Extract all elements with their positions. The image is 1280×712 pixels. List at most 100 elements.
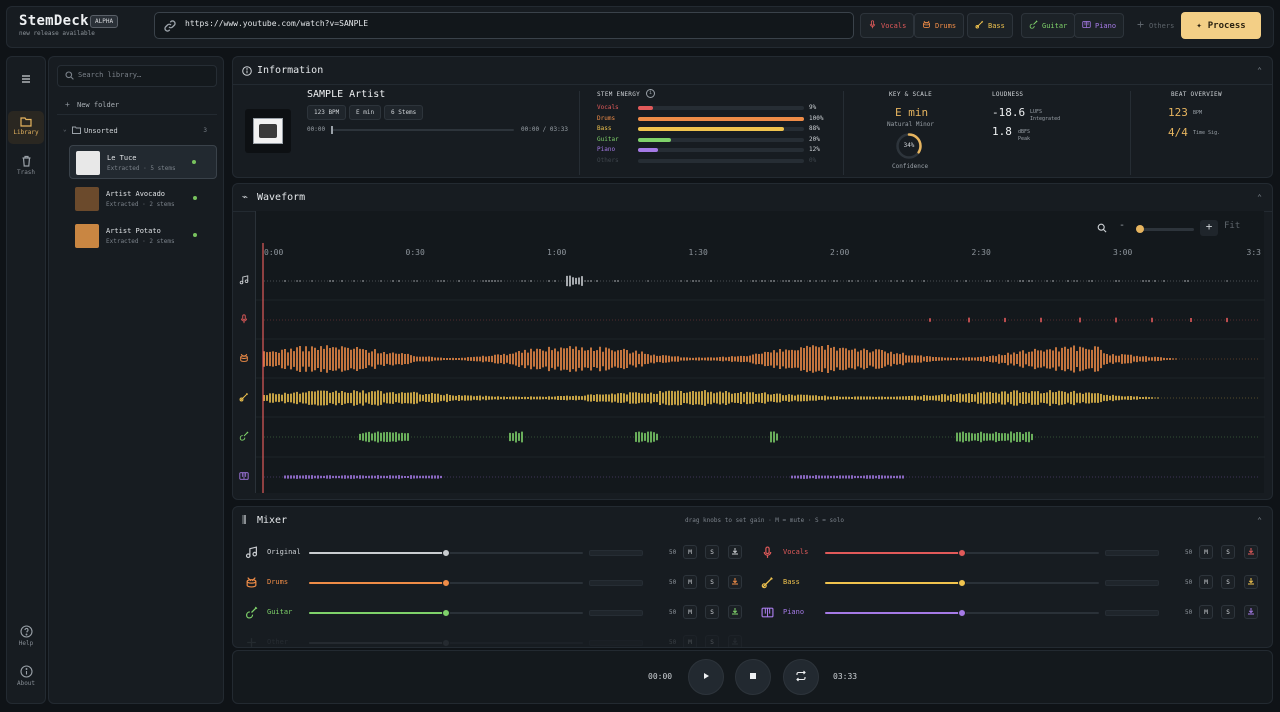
search-box[interactable] [57,65,217,87]
gain-slider[interactable] [309,549,583,557]
energy-label: Vocals [597,104,619,111]
play-button[interactable] [688,659,724,695]
loop-button[interactable] [783,659,819,695]
stem-button-vocals[interactable]: Vocals [860,13,915,38]
information-title: Information [257,65,324,76]
url-input[interactable] [185,19,825,28]
zoom-slider-knob[interactable] [1136,225,1144,233]
stem-button-bass[interactable]: Bass [967,13,1013,38]
process-button[interactable]: ✦ Process [1181,12,1261,39]
folder-unsorted[interactable]: ⌄ Unsorted 3 [57,123,217,139]
mute-button[interactable]: M [683,605,697,619]
rail-item-help[interactable]: Help [7,625,45,647]
stem-button-others[interactable]: Others [1128,13,1182,38]
solo-button[interactable]: S [1221,575,1235,589]
gain-slider-knob[interactable] [958,579,966,587]
collapse-icon[interactable]: ⌃ [1257,516,1262,525]
stem-button-label: Drums [935,21,957,30]
gain-slider[interactable] [825,609,1099,617]
folder-icon [72,126,81,136]
download-button[interactable] [1244,575,1258,589]
solo-button[interactable]: S [705,635,719,647]
gain-slider-fill [825,552,962,554]
stem-button-guitar[interactable]: Guitar [1021,13,1076,38]
energy-value: 9% [809,104,817,111]
mute-button[interactable]: M [683,575,697,589]
gain-slider-fill [825,582,962,584]
gain-slider-knob[interactable] [442,579,450,587]
zoom-in-button[interactable]: + [1200,220,1218,236]
stem-button-piano[interactable]: Piano [1074,13,1125,38]
gain-slider-knob[interactable] [442,609,450,617]
rail-item-library[interactable]: Library [8,111,44,144]
zoom-slider[interactable] [1136,225,1194,233]
peak-value: 1.8 [992,125,1012,138]
info-progress[interactable] [331,126,514,134]
gain-slider-fill [309,582,446,584]
release-notice[interactable]: new release available [19,30,95,37]
fit-button[interactable]: Fit [1224,221,1240,231]
gain-slider-knob[interactable] [958,549,966,557]
info-icon [242,66,252,78]
gain-slider[interactable] [825,579,1099,587]
gain-slider[interactable] [825,549,1099,557]
rail-item-about[interactable]: About [7,665,45,687]
solo-button[interactable]: S [1221,605,1235,619]
download-button[interactable] [728,635,742,647]
track-thumbnail [76,151,100,175]
solo-button[interactable]: S [705,545,719,559]
energy-label: Drums [597,114,616,122]
download-button[interactable] [1244,605,1258,619]
energy-label: Guitar [597,135,619,143]
search-input[interactable] [78,71,208,79]
download-button[interactable] [728,575,742,589]
library-track[interactable]: Artist Potato Extracted · 2 stems [69,219,217,253]
mute-button[interactable]: M [683,545,697,559]
collapse-icon[interactable]: ⌃ [1257,66,1262,75]
mute-button[interactable]: M [683,635,697,647]
stem-button-drums[interactable]: Drums [914,13,965,38]
gain-slider-knob[interactable] [442,549,450,557]
gain-slider[interactable] [309,609,583,617]
track-name: Artist Potato [106,227,161,235]
download-button[interactable] [728,545,742,559]
waveform-svg[interactable]: 0:00 0:30 1:00 1:30 2:00 2:30 3:00 3:3 [256,211,1265,493]
menu-icon[interactable] [7,73,45,87]
plus-icon [245,636,258,647]
gain-slider-fill [825,612,962,614]
time-tick: 2:30 [972,248,991,257]
energy-bar [638,137,804,142]
mixer-channel-other: Other 50 M S [245,635,745,647]
download-button[interactable] [1244,545,1258,559]
info-time-total: 00:00 / 03:33 [521,126,568,133]
download-icon [1247,607,1255,617]
collapse-icon[interactable]: ⌃ [1257,193,1262,202]
url-field[interactable] [154,12,854,39]
energy-label: Bass [597,125,612,132]
mute-button[interactable]: M [1199,605,1213,619]
mute-button[interactable]: M [1199,575,1213,589]
library-track[interactable]: Artist Avocado Extracted · 2 stems [69,182,217,216]
waveform-canvas[interactable]: 0:00 0:30 1:00 1:30 2:00 2:30 3:00 3:3 - + Fit [255,211,1265,493]
zoom-out-button[interactable]: - [1114,220,1130,236]
rail-item-trash[interactable]: Trash [7,155,45,176]
gain-slider-knob[interactable] [442,639,450,647]
stem-button-label: Vocals [881,21,907,30]
gain-slider-knob[interactable] [958,609,966,617]
help-icon[interactable]: i [646,89,655,98]
energy-bar [638,158,804,163]
gain-slider[interactable] [309,579,583,587]
library-track[interactable]: Le Tuce Extracted · 5 stems [69,145,217,179]
new-folder-button[interactable]: + New folder [57,95,217,115]
gain-slider[interactable] [309,639,583,647]
solo-button[interactable]: S [705,575,719,589]
mute-button[interactable]: M [1199,545,1213,559]
solo-button[interactable]: S [1221,545,1235,559]
folder-name: Unsorted [84,127,118,135]
microphone-icon [761,546,774,561]
download-button[interactable] [728,605,742,619]
solo-button[interactable]: S [705,605,719,619]
stop-button[interactable] [735,659,771,695]
info-progress-handle[interactable] [331,126,333,134]
energy-value: 88% [809,125,820,132]
